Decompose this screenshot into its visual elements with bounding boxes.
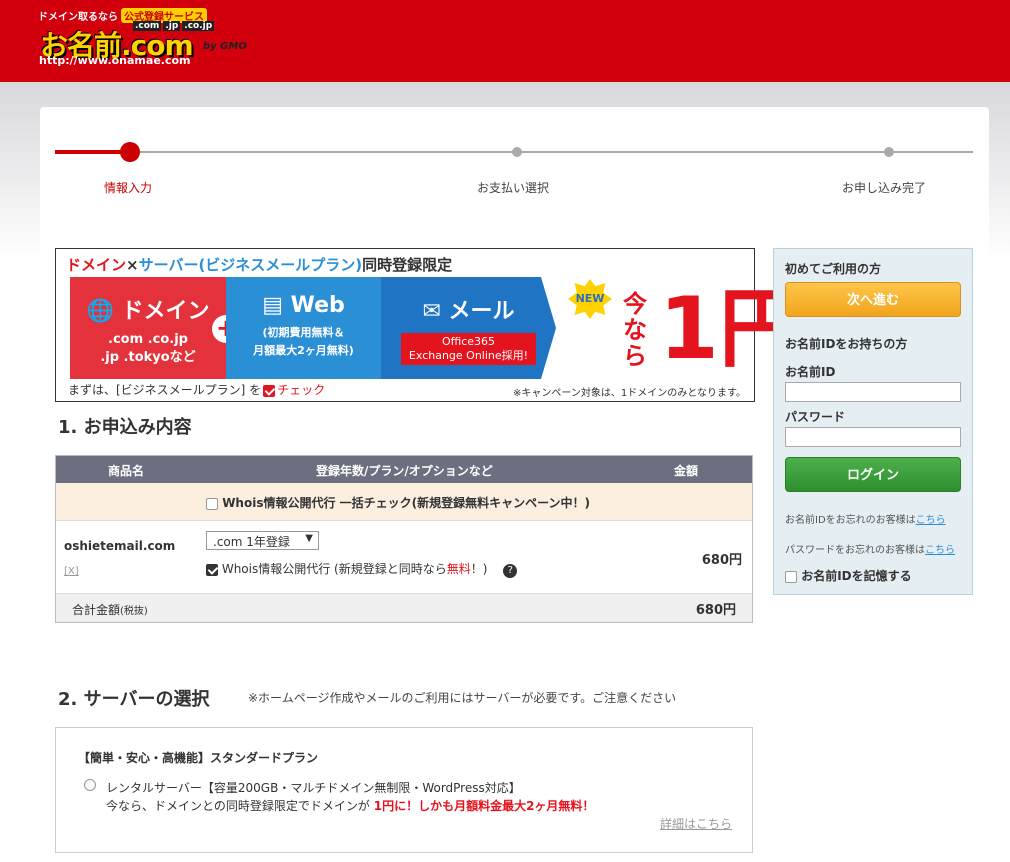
table-row: oshietemail.com [X] .com 1年登録 ▼ Whois情報公開… [56, 521, 752, 594]
whois-bulk-checkbox[interactable] [206, 497, 218, 510]
server-plan-box: 【簡単・安心・高機能】スタンダードプラン レンタルサーバー【容量200GB・マル… [55, 727, 753, 853]
logo-url: http://www.onamae.com [39, 54, 191, 67]
campaign-banner[interactable]: ドメイン×サーバー(ビジネスメールプラン)同時登録限定 🌐 ドメイン .com … [55, 248, 805, 402]
banner-mail-box: ✉ メール Office365 Exchange Online採用! [381, 277, 556, 379]
step-label-complete: お申し込み完了 [842, 181, 927, 195]
forgot-password-link[interactable]: こちら [925, 545, 955, 556]
first-time-label: 初めてご利用の方 [785, 262, 882, 276]
password-input[interactable] [785, 427, 961, 447]
dropdown-arrow-icon: ▼ [305, 533, 313, 544]
step-dot-active [120, 142, 140, 162]
remove-link[interactable]: [X] [64, 566, 79, 577]
remember-row: お名前IDを記憶する [785, 567, 912, 584]
site-header: ドメイン取るなら 公式登録サービス .com .jp .co.jp お名前.com b… [0, 0, 1010, 82]
plan-detail-link[interactable]: 詳細はこちら [660, 815, 732, 832]
whois-bulk-row: Whois情報公開代行 一括チェック(新規登録無料キャンペーン中！) [56, 483, 752, 521]
id-input[interactable] [785, 382, 961, 402]
forgot-id-link[interactable]: こちら [916, 515, 946, 526]
server-icon: ▤ [262, 293, 283, 318]
whois-bulk-label: Whois情報公開代行 一括チェック(新規登録無料キャンペーン中！) [222, 496, 591, 510]
banner-title: ドメイン×サーバー(ビジネスメールプラン)同時登録限定 [66, 256, 453, 274]
step-dot [884, 147, 894, 157]
login-button[interactable]: ログイン [785, 457, 961, 492]
login-sidebar: 初めてご利用の方 次へ進む お名前IDをお持ちの方 お名前ID パスワード ログ… [773, 248, 973, 595]
logo-gmo: by GMO [203, 41, 247, 52]
domain-name: oshietemail.com [64, 539, 176, 553]
forgot-id-text: お名前IDをお忘れのお客様はこちら [785, 515, 946, 526]
plan-promo: 今なら、ドメインとの同時登録限定でドメインが 1円に！しかも月額料金最大2ヶ月無… [106, 799, 595, 813]
banner-footer: まずは、[ビジネスメールプラン] をチェック [68, 383, 326, 397]
section2-note: ※ホームページ作成やメールのご利用にはサーバーが必要です。ご注意ください [248, 691, 677, 705]
col-plan: 登録年数/プラン/オプションなど [316, 464, 493, 478]
id-label: お名前ID [785, 365, 836, 379]
password-label: パスワード [785, 410, 846, 424]
col-product: 商品名 [108, 464, 145, 478]
help-icon[interactable]: ? [503, 564, 518, 578]
total-label: 合計金額 [72, 603, 121, 617]
banner-note: ※キャンペーン対象は、1ドメインのみとなります。 [513, 388, 746, 399]
office365-badge: Office365 Exchange Online採用! [400, 333, 537, 365]
section2-title: 2. サーバーの選択 [58, 689, 210, 710]
total-tax: (税抜) [120, 606, 148, 617]
step-dot [512, 147, 522, 157]
next-button[interactable]: 次へ進む [785, 282, 961, 317]
whois-option: Whois情報公開代行 (新規登録と同時なら無料！) ? [206, 560, 518, 578]
table-header: 商品名 登録年数/プラン/オプションなど 金額 [56, 456, 752, 483]
step-label-payment: お支払い選択 [477, 181, 550, 195]
globe-icon: 🌐 [86, 299, 114, 324]
remember-label: お名前IDを記憶する [801, 569, 912, 583]
forgot-password-text: パスワードをお忘れのお客様はこちら [785, 545, 955, 556]
onamae-logo[interactable]: ドメイン取るなら 公式登録サービス .com .jp .co.jp お名前.com b… [38, 8, 263, 68]
banner-domain-box: 🌐 ドメイン .com .co.jp .jp .tokyoなど [70, 277, 226, 379]
plan-desc: レンタルサーバー【容量200GB・マルチドメイン無制限・WordPress対応】 [106, 781, 521, 795]
check-icon [263, 384, 276, 397]
step-label-input: 情報入力 [104, 181, 153, 195]
total-price: 680円 [695, 603, 736, 618]
term-select[interactable]: .com 1年登録 ▼ [206, 531, 319, 550]
have-id-label: お名前IDをお持ちの方 [785, 337, 908, 351]
remember-checkbox[interactable] [785, 570, 797, 583]
section1-title: 1. お申込み内容 [58, 417, 192, 438]
progress-line [130, 151, 973, 153]
whois-checkbox[interactable] [206, 563, 218, 576]
plan-radio[interactable] [84, 779, 96, 791]
row-price: 680円 [701, 553, 742, 568]
progress-active-line [55, 150, 130, 154]
banner-web-box: ▤ Web (初期費用無料＆ 月額最大2ヶ月無料) [226, 277, 381, 379]
col-price: 金額 [674, 464, 699, 478]
order-table: 商品名 登録年数/プラン/オプションなど 金額 Whois情報公開代行 一括チェ… [55, 455, 753, 623]
envelope-icon: ✉ [422, 299, 441, 324]
total-row: 合計金額(税抜) 680円 [56, 594, 752, 622]
new-badge: NEW [568, 279, 612, 319]
plan-title: 【簡単・安心・高機能】スタンダードプラン [78, 751, 319, 765]
